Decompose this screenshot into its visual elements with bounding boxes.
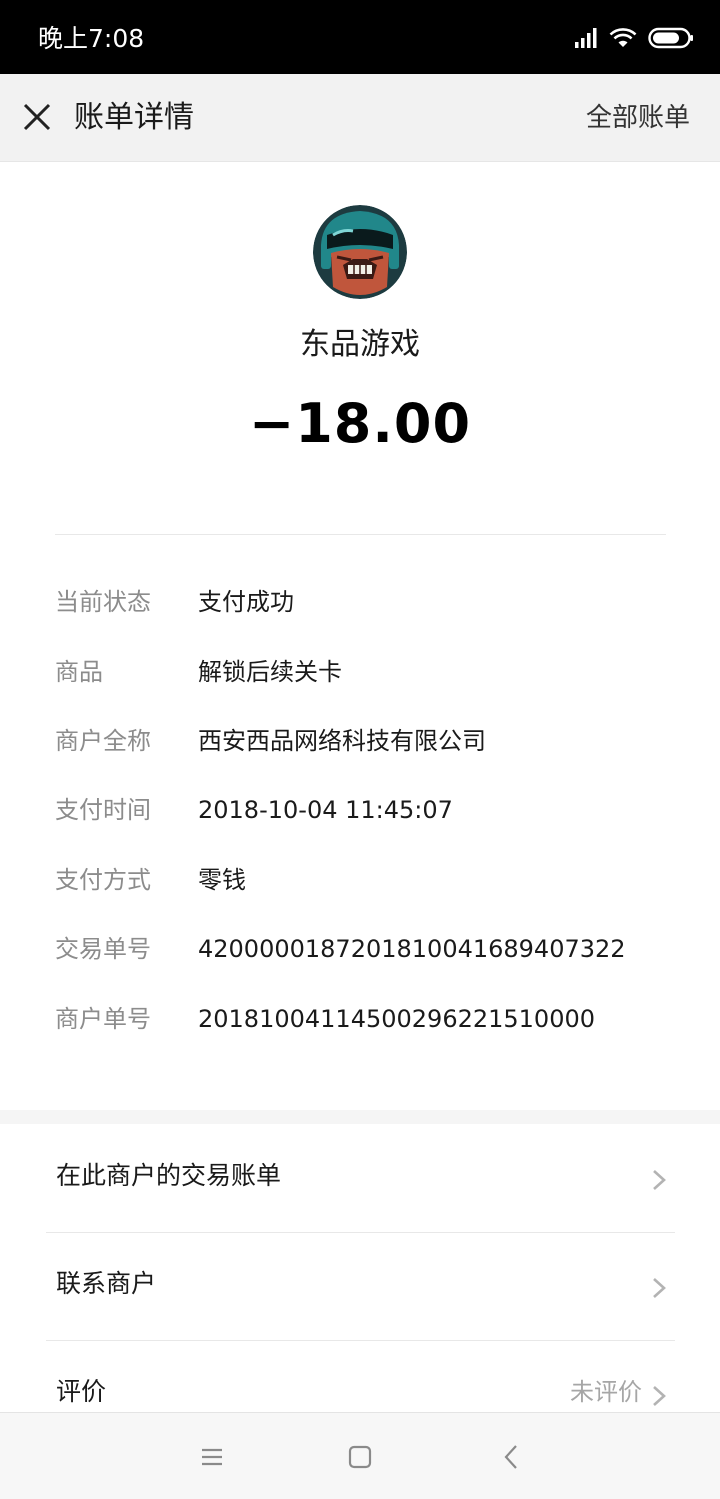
title-bar: 账单详情 全部账单: [0, 74, 720, 162]
detail-row-merchant-full-name: 商户全称 西安西品网络科技有限公司: [55, 723, 666, 759]
detail-value[interactable]: 20181004114500296221510000: [198, 1001, 595, 1037]
status-icons: [574, 26, 694, 50]
merchant-name: 东品游戏: [300, 327, 420, 362]
contact-merchant-row[interactable]: 联系商户: [0, 1233, 720, 1341]
detail-row-transaction-id: 交易单号 4200000187201810041689407322: [55, 931, 666, 967]
signal-icon: [575, 28, 597, 48]
chevron-right-icon: [653, 1386, 666, 1406]
close-icon[interactable]: [20, 100, 54, 134]
home-icon[interactable]: [344, 1441, 376, 1473]
detail-label: 支付方式: [55, 866, 151, 894]
detail-label: 当前状态: [55, 588, 151, 616]
section-gap: [0, 1110, 720, 1124]
detail-value: 解锁后续关卡: [198, 658, 342, 686]
page-title: 账单详情: [74, 100, 194, 135]
rating-status: 未评价: [570, 1378, 642, 1406]
detail-value: 零钱: [198, 866, 246, 894]
detail-label: 商户单号: [55, 1005, 151, 1033]
detail-label: 商品: [55, 658, 103, 686]
detail-value[interactable]: 4200000187201810041689407322: [198, 931, 626, 967]
payment-amount: −18.00: [248, 392, 472, 455]
detail-list: 当前状态 支付成功 商品 解锁后续关卡 商户全称 西安西品网络科技有限公司 支付…: [55, 584, 666, 1044]
detail-label: 商户全称: [55, 727, 151, 755]
detail-value: 西安西品网络科技有限公司: [198, 727, 486, 755]
detail-value: 支付成功: [198, 588, 294, 616]
merchant-header: 东品游戏 −18.00: [0, 162, 720, 534]
status-bar: 晚上7:08: [0, 0, 720, 74]
action-label: 在此商户的交易账单: [56, 1161, 282, 1190]
detail-label: 支付时间: [55, 796, 151, 824]
detail-label: 交易单号: [55, 935, 151, 963]
chevron-right-icon: [653, 1170, 666, 1190]
divider: [55, 534, 666, 535]
system-nav-bar: [0, 1412, 720, 1499]
menu-icon[interactable]: [196, 1441, 228, 1473]
detail-row-status: 当前状态 支付成功: [55, 584, 666, 620]
detail-row-product: 商品 解锁后续关卡: [55, 654, 666, 690]
battery-icon: [648, 27, 693, 49]
merchant-transactions-row[interactable]: 在此商户的交易账单: [0, 1124, 720, 1232]
detail-row-merchant-order-id: 商户单号 20181004114500296221510000: [55, 1001, 666, 1037]
merchant-avatar: [313, 205, 407, 299]
all-bills-button[interactable]: 全部账单: [586, 101, 690, 135]
action-label: 联系商户: [56, 1269, 157, 1298]
wifi-icon: [609, 28, 637, 47]
back-icon[interactable]: [496, 1441, 528, 1473]
detail-row-payment-time: 支付时间 2018-10-04 11:45:07: [55, 792, 666, 828]
action-label: 评价: [56, 1377, 107, 1406]
status-time: 晚上7:08: [38, 24, 145, 53]
detail-value: 2018-10-04 11:45:07: [198, 796, 453, 824]
chevron-right-icon: [653, 1278, 666, 1298]
detail-row-payment-method: 支付方式 零钱: [55, 862, 666, 898]
rate-row[interactable]: 评价 未评价: [0, 1341, 720, 1412]
